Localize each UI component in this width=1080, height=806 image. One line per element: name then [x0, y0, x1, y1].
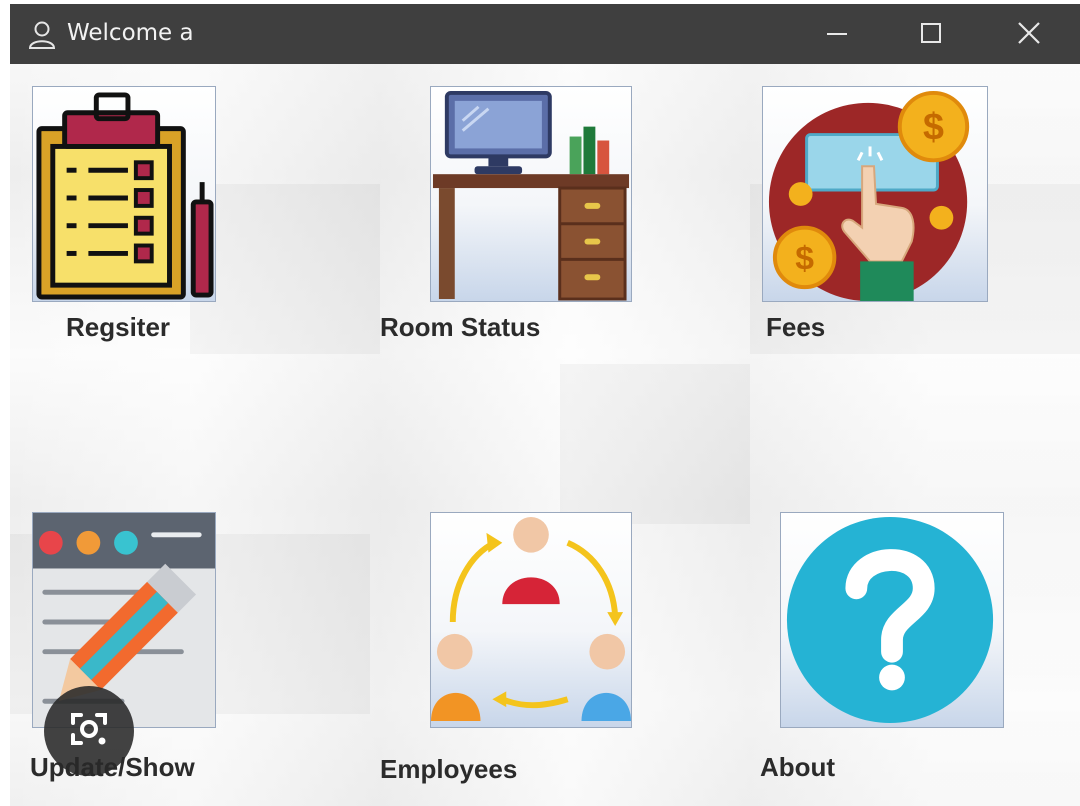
room-status-label[interactable]: Room Status	[380, 312, 540, 343]
room-status-tile[interactable]: Room Status	[378, 86, 638, 346]
background-panel	[560, 364, 750, 524]
desk-computer-icon[interactable]	[430, 86, 632, 302]
svg-text:$: $	[923, 106, 944, 148]
svg-text:$: $	[795, 240, 814, 277]
clipboard-checklist-icon[interactable]	[32, 86, 216, 302]
employees-tile[interactable]: Employees	[378, 512, 640, 792]
about-label[interactable]: About	[760, 752, 835, 783]
lens-camera-icon	[65, 705, 113, 758]
question-mark-icon[interactable]	[780, 512, 1004, 728]
minimize-icon	[826, 22, 848, 49]
people-cycle-icon[interactable]	[430, 512, 632, 728]
close-icon	[1017, 21, 1041, 50]
employees-label[interactable]: Employees	[380, 754, 517, 785]
about-tile[interactable]: About	[760, 512, 1010, 792]
user-icon	[28, 20, 56, 50]
close-button[interactable]	[1006, 14, 1052, 56]
app-window: Welcome a Regsiter Room Status $ $ Fees …	[10, 4, 1080, 806]
title-bar[interactable]: Welcome a	[10, 4, 1080, 64]
payment-coins-icon[interactable]: $ $	[762, 86, 988, 302]
fees-tile[interactable]: $ $ Fees	[762, 86, 992, 346]
fees-label[interactable]: Fees	[766, 312, 825, 343]
register-tile[interactable]: Regsiter	[32, 86, 222, 346]
main-content: Regsiter Room Status $ $ Fees Employees …	[10, 64, 1080, 806]
register-label[interactable]: Regsiter	[66, 312, 170, 343]
maximize-button[interactable]	[908, 14, 954, 56]
lens-search-button[interactable]	[44, 686, 134, 776]
window-title: Welcome a	[67, 20, 194, 46]
maximize-icon	[920, 22, 942, 49]
minimize-button[interactable]	[814, 14, 860, 56]
